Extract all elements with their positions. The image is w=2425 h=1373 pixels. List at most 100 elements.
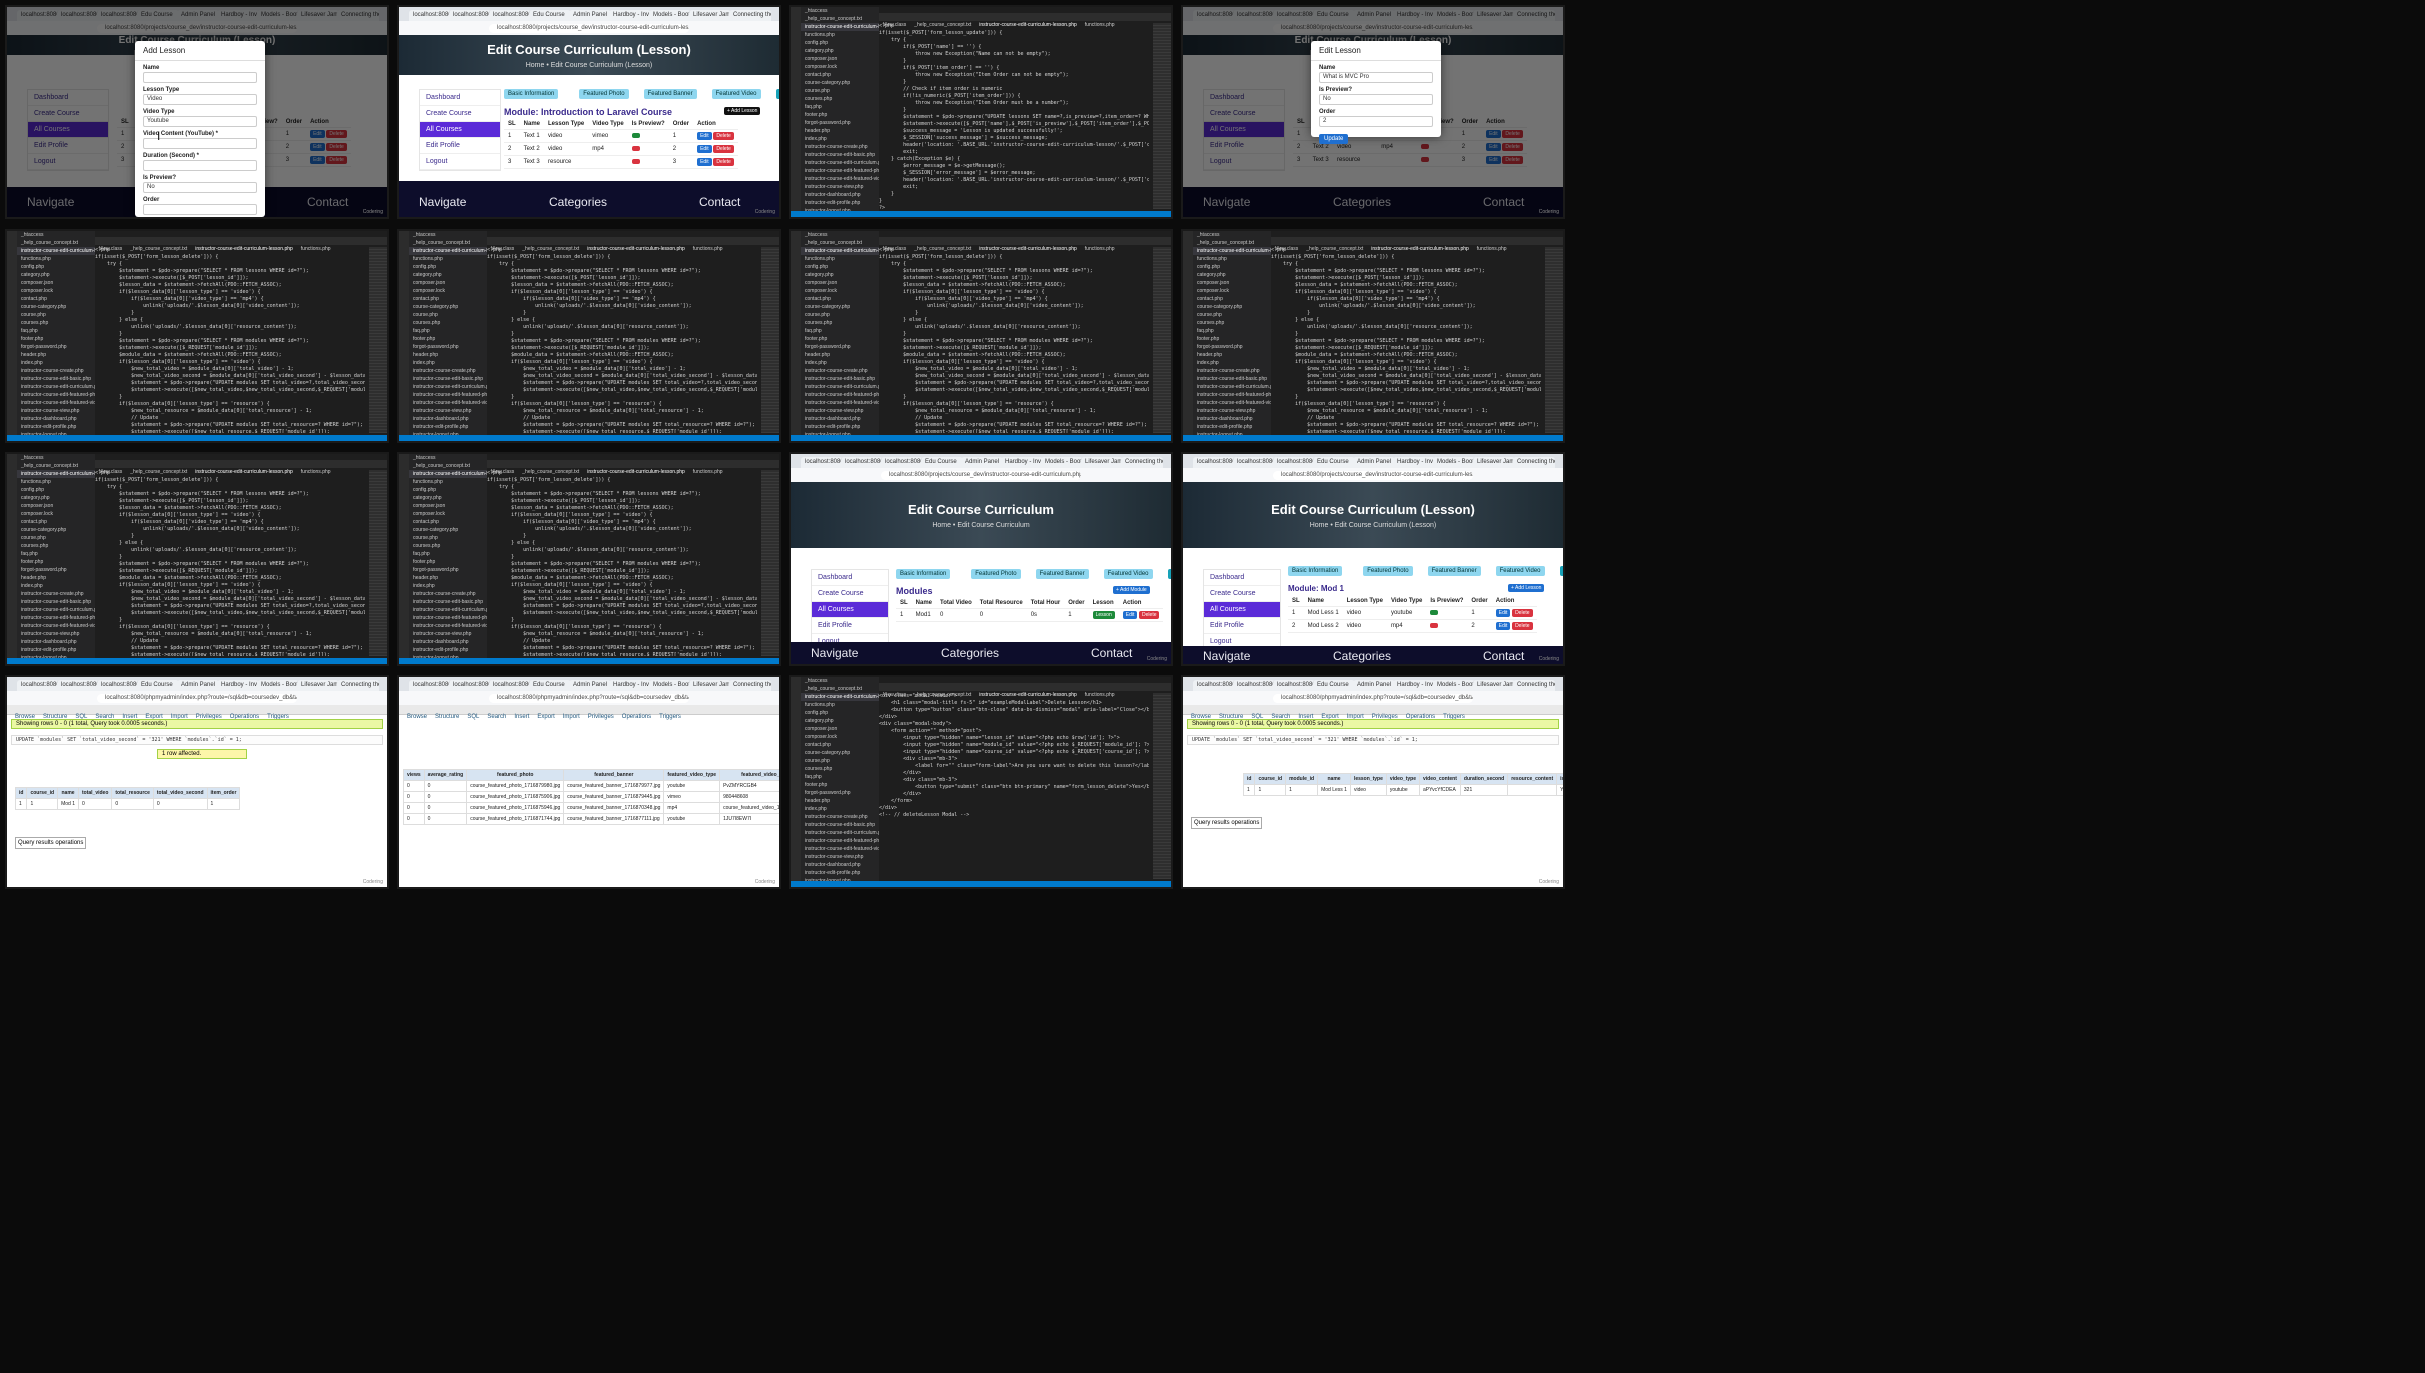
file-entry[interactable]: instructor-course-edit-curriculum.php xyxy=(409,606,487,614)
file-entry[interactable]: faq.php xyxy=(1193,327,1271,335)
file-entry[interactable]: index.php xyxy=(801,805,879,813)
browser-tab[interactable]: localhost:8080 /... xyxy=(1233,680,1275,691)
browser-tab[interactable]: Lifesaver Jammin xyxy=(689,680,731,691)
browser-tab[interactable]: localhost:8080 /... xyxy=(1193,680,1235,691)
edit-button[interactable]: Edit xyxy=(1495,622,1511,630)
file-entry[interactable]: instructor-dashboard.php xyxy=(17,415,95,423)
file-entry[interactable]: _help_course_concept.txt xyxy=(17,239,95,247)
file-entry[interactable]: instructor-course-edit-curriculum.php xyxy=(409,383,487,391)
file-entry[interactable]: config.php xyxy=(1193,263,1271,271)
browser-tab[interactable]: Models - Bootstrap xyxy=(1433,680,1475,691)
file-entry[interactable]: instructor-dashboard.php xyxy=(17,638,95,646)
file-entry[interactable]: courses.php xyxy=(801,319,879,327)
file-entry[interactable]: courses.php xyxy=(801,765,879,773)
file-entry[interactable]: footer.php xyxy=(17,558,95,566)
table-cell[interactable]: PvZMYRCGB4 xyxy=(719,780,779,792)
file-entry[interactable]: instructor-course-view.php xyxy=(1193,407,1271,415)
add-lesson-button[interactable]: + Add Lesson xyxy=(1508,584,1545,592)
file-entry[interactable]: _htaccess xyxy=(17,454,95,462)
file-entry[interactable]: instructor-edit-profile.php xyxy=(409,646,487,654)
form-input[interactable]: What is MVC Pro xyxy=(1319,72,1433,83)
browser-tab[interactable]: Hardboy - Invest xyxy=(609,680,651,691)
file-entry[interactable]: _help_course_concept.txt xyxy=(801,239,879,247)
file-entry[interactable]: instructor-course-edit-featured-photo.ph… xyxy=(1193,391,1271,399)
file-entry[interactable]: instructor-course-view.php xyxy=(17,407,95,415)
file-entry[interactable]: contact.php xyxy=(801,741,879,749)
file-entry[interactable]: header.php xyxy=(409,574,487,582)
sidebar-item[interactable]: Create Course xyxy=(420,106,500,122)
file-entry[interactable]: functions.php xyxy=(801,255,879,263)
sidebar-item[interactable]: Create Course xyxy=(812,586,888,602)
file-entry[interactable]: _help_course_concept.txt xyxy=(17,462,95,470)
file-entry[interactable]: courses.php xyxy=(409,542,487,550)
file-entry[interactable]: index.php xyxy=(409,582,487,590)
lesson-button[interactable]: Lesson xyxy=(1092,611,1115,619)
tab-curriculum[interactable]: Curriculum xyxy=(1168,569,1171,579)
table-cell[interactable]: 321 xyxy=(1459,784,1509,796)
file-entry[interactable]: course-category.php xyxy=(801,303,879,311)
file-entry[interactable]: instructor-course-edit-featured-photo.ph… xyxy=(17,614,95,622)
file-entry[interactable]: index.php xyxy=(409,359,487,367)
table-cell[interactable]: youtube xyxy=(663,780,721,792)
file-entry[interactable]: instructor-course-edit-featured-video.ph… xyxy=(801,845,879,853)
code-area[interactable]: <?php if(isset($_POST['form_lesson_delete… xyxy=(879,247,1149,433)
file-entry[interactable]: header.php xyxy=(801,351,879,359)
browser-tab[interactable]: Connecting them xyxy=(1513,457,1555,468)
file-entry[interactable]: instructor-course-edit-featured-video.ph… xyxy=(801,175,879,183)
file-entry[interactable]: instructor-course-edit-featured-photo.ph… xyxy=(801,391,879,399)
file-entry[interactable]: index.php xyxy=(17,582,95,590)
file-entry[interactable]: course-category.php xyxy=(409,526,487,534)
browser-tab[interactable]: localhost:8080 /... xyxy=(1233,457,1275,468)
code-area[interactable]: <?php if(isset($_POST['form_lesson_delete… xyxy=(95,247,365,433)
code-area[interactable]: <?php if(isset($_POST['form_lesson_delete… xyxy=(487,247,757,433)
file-entry[interactable]: instructor-course-edit-curriculum.php xyxy=(1193,383,1271,391)
file-entry[interactable]: composer.lock xyxy=(409,287,487,295)
browser-tab[interactable]: Edu Course xyxy=(1313,457,1355,468)
sidebar-item[interactable]: Dashboard xyxy=(812,570,888,586)
sidebar-item[interactable]: All Courses xyxy=(420,122,500,138)
file-entry[interactable]: forgot-password.php xyxy=(801,343,879,351)
file-entry[interactable]: faq.php xyxy=(801,103,879,111)
file-entry[interactable]: courses.php xyxy=(1193,319,1271,327)
file-entry[interactable]: composer.lock xyxy=(17,287,95,295)
browser-tab[interactable]: Hardboy - Invest xyxy=(609,10,651,21)
file-entry[interactable]: instructor-course-edit-featured-video.ph… xyxy=(801,399,879,407)
file-entry[interactable]: index.php xyxy=(801,135,879,143)
file-entry[interactable]: courses.php xyxy=(409,319,487,327)
file-entry[interactable]: footer.php xyxy=(801,781,879,789)
tab-curriculum[interactable]: Curriculum xyxy=(1560,566,1563,576)
file-entry[interactable]: instructor-course-view.php xyxy=(801,407,879,415)
sidebar-item[interactable]: Edit Profile xyxy=(420,138,500,154)
code-area[interactable]: <?php if(isset($_POST['form_lesson_delete… xyxy=(1271,247,1541,433)
file-entry[interactable]: courses.php xyxy=(17,542,95,550)
browser-tab[interactable]: localhost:8080 /... xyxy=(1273,680,1315,691)
browser-tab[interactable]: Edu Course xyxy=(1313,680,1355,691)
browser-tab[interactable]: Hardboy - Invest xyxy=(1001,457,1043,468)
table-cell[interactable]: Mod 1 xyxy=(57,798,79,810)
tab-basic-information[interactable]: Basic Information xyxy=(504,89,559,99)
pma-menu-item[interactable]: Structure xyxy=(435,714,459,720)
file-entry[interactable]: instructor-course-edit-curriculum.php xyxy=(801,159,879,167)
file-entry[interactable]: forgot-password.php xyxy=(1193,343,1271,351)
pma-menu-item[interactable]: Triggers xyxy=(659,714,681,720)
file-entry[interactable]: instructor-dashboard.php xyxy=(801,415,879,423)
file-entry[interactable]: contact.php xyxy=(17,518,95,526)
file-entry[interactable]: instructor-course-view.php xyxy=(409,630,487,638)
browser-tab[interactable]: localhost:8080 /... xyxy=(489,10,531,21)
file-entry[interactable]: _htaccess xyxy=(1193,231,1271,239)
file-entry[interactable]: composer.json xyxy=(801,55,879,63)
file-entry[interactable]: course-category.php xyxy=(17,303,95,311)
code-area[interactable]: <?php if(isset($_POST['form_lesson_delete… xyxy=(487,470,757,656)
file-entry[interactable]: header.php xyxy=(801,797,879,805)
address-input[interactable]: localhost:8080/phpmyadmin/index.php?rout… xyxy=(97,694,297,703)
file-entry[interactable]: category.php xyxy=(17,271,95,279)
browser-tab[interactable]: localhost:8080 /... xyxy=(449,680,491,691)
file-entry[interactable]: instructor-course-create.php xyxy=(801,143,879,151)
file-entry[interactable]: instructor-course-edit-featured-photo.ph… xyxy=(17,391,95,399)
browser-tab[interactable]: localhost:8080 /... xyxy=(97,680,139,691)
table-cell[interactable]: 0 xyxy=(403,791,425,803)
table-cell[interactable]: course_featured_banner_1716877111.jpg xyxy=(563,813,665,825)
file-entry[interactable]: instructor-course-create.php xyxy=(801,367,879,375)
file-entry[interactable]: faq.php xyxy=(409,550,487,558)
browser-tab[interactable]: Admin Panel xyxy=(569,10,611,21)
